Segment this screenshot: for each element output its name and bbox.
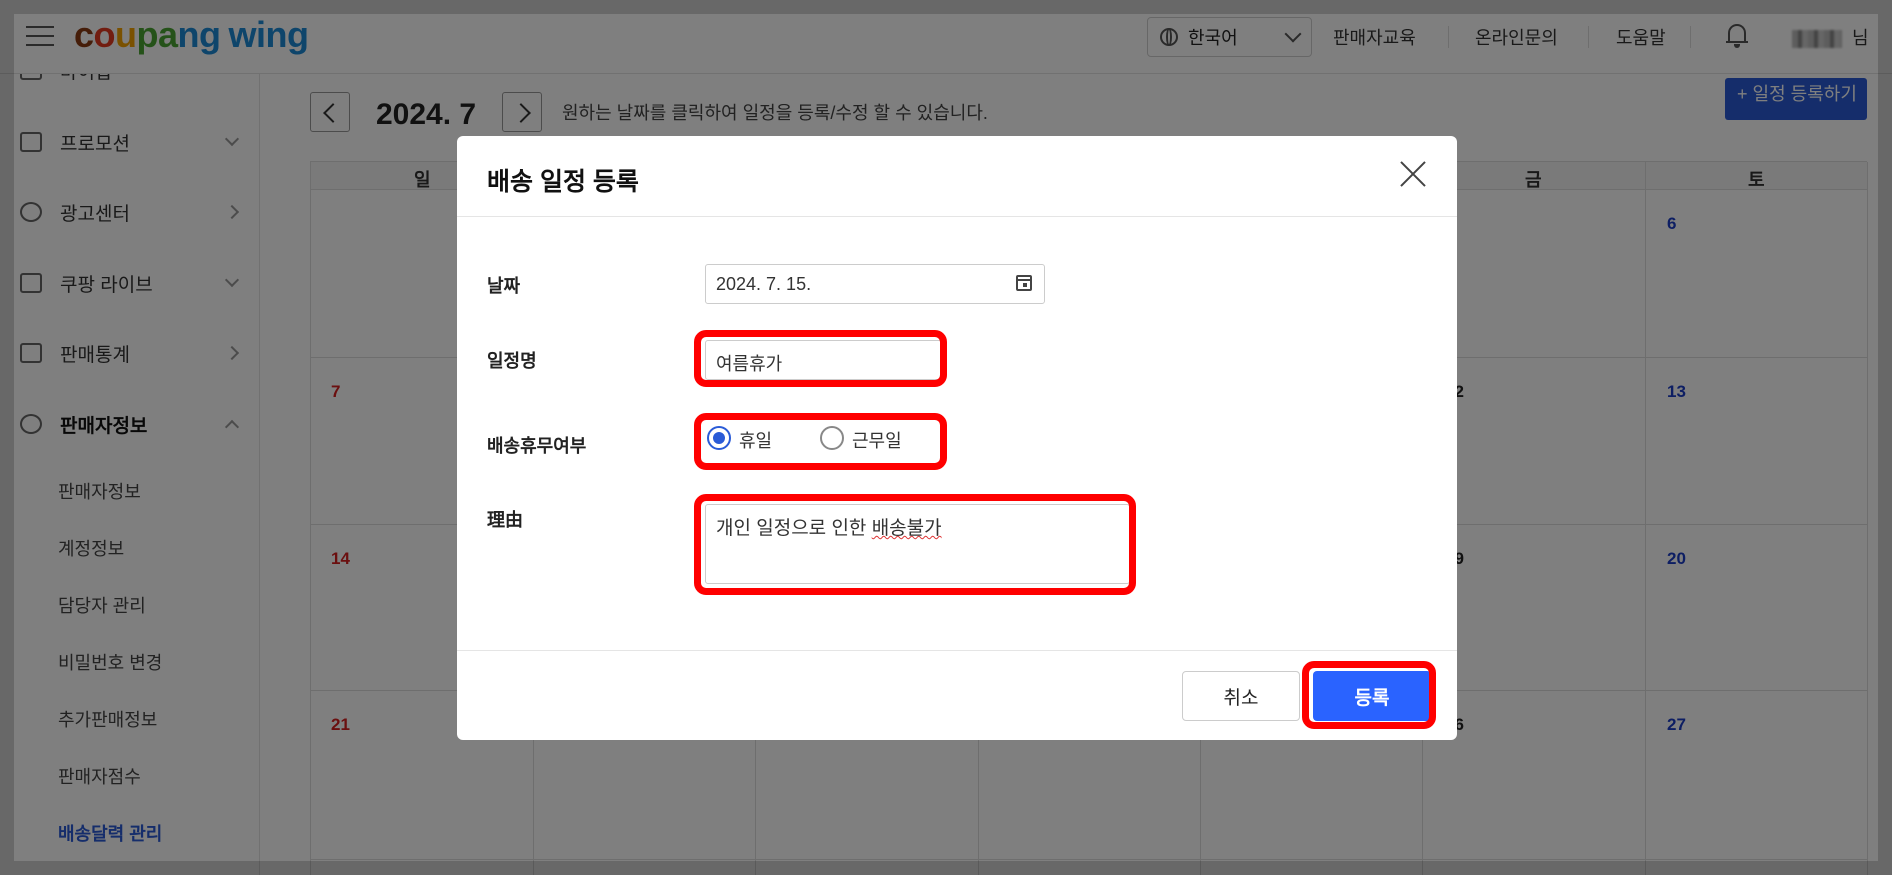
schedule-name-label: 일정명 xyxy=(487,351,537,371)
radio-holiday-label[interactable]: 휴일 xyxy=(739,427,772,453)
divider xyxy=(457,216,1457,217)
radio-workday[interactable] xyxy=(820,426,844,450)
reason-textarea[interactable]: 개인 일정으로 인한 배송불가 xyxy=(705,504,1130,584)
modal-title: 배송 일정 등록 xyxy=(487,168,639,196)
close-icon[interactable] xyxy=(1399,160,1427,188)
schedule-name-input[interactable]: 여름휴가 xyxy=(705,340,945,380)
schedule-modal: 배송 일정 등록 날짜 2024. 7. 15. 일정명 여름휴가 배송휴무여부… xyxy=(457,136,1457,740)
holiday-label: 배송휴무여부 xyxy=(487,436,587,456)
date-input[interactable]: 2024. 7. 15. xyxy=(705,264,1045,304)
radio-holiday[interactable] xyxy=(707,426,731,450)
cancel-button[interactable]: 취소 xyxy=(1182,671,1300,721)
calendar-icon[interactable] xyxy=(1016,275,1032,291)
reason-label: 理由 xyxy=(487,510,523,530)
divider xyxy=(457,650,1457,651)
date-label: 날짜 xyxy=(487,276,521,296)
radio-workday-label[interactable]: 근무일 xyxy=(852,427,902,453)
submit-button[interactable]: 등록 xyxy=(1313,671,1431,721)
